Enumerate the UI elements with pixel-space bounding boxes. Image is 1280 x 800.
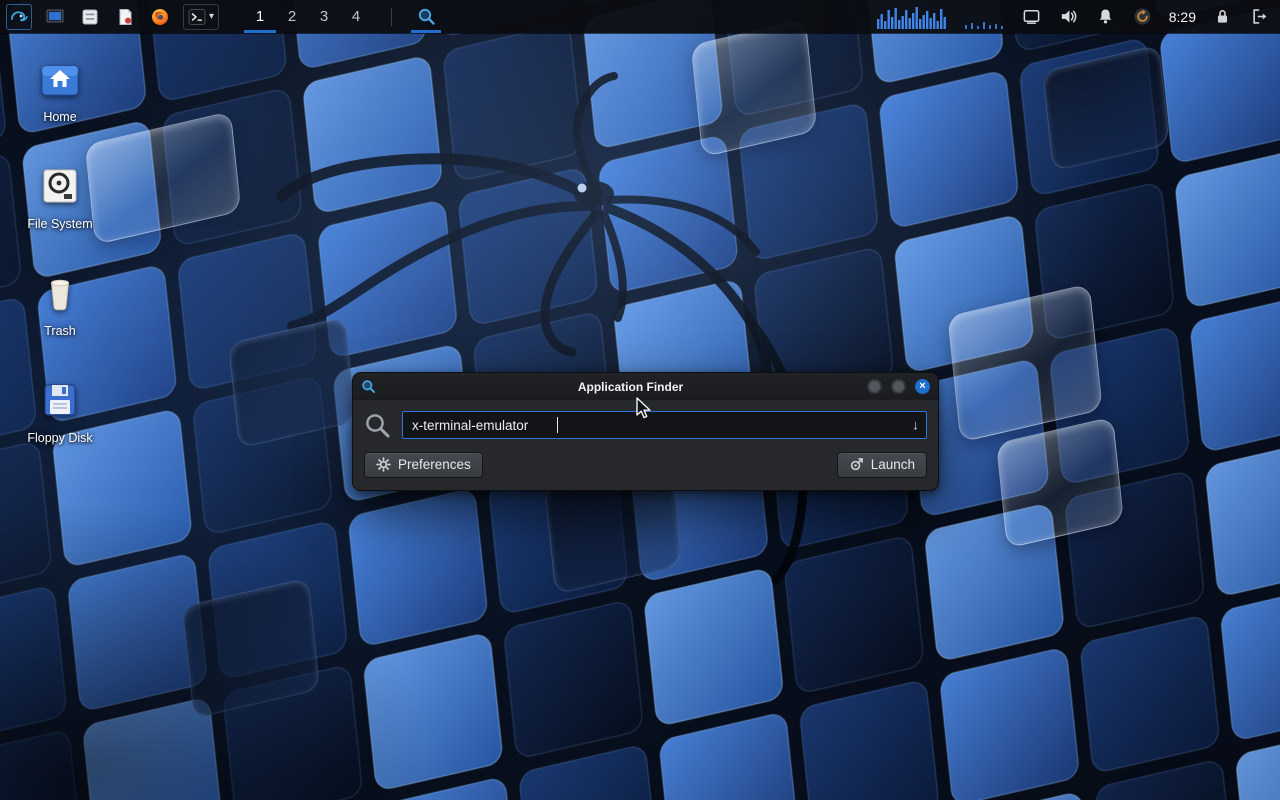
- desktop-icon-trash[interactable]: Trash: [14, 268, 106, 375]
- taskbar-application-finder-button[interactable]: [411, 0, 441, 33]
- preferences-button-label: Preferences: [398, 457, 471, 472]
- minimize-button[interactable]: [867, 379, 882, 394]
- window-body: ↓ Preferences: [353, 400, 938, 490]
- chevron-down-icon[interactable]: ▾: [209, 12, 214, 22]
- close-button[interactable]: ×: [915, 379, 930, 394]
- file-system-drive-icon: [38, 164, 82, 208]
- home-folder-icon: [38, 57, 82, 101]
- close-icon: ×: [919, 381, 925, 392]
- terminal-icon: [188, 8, 206, 26]
- kali-menu-button[interactable]: [6, 4, 32, 30]
- lock-icon[interactable]: [1211, 6, 1233, 28]
- launch-button[interactable]: Launch: [837, 452, 927, 478]
- desktop-icon-label: File System: [27, 217, 92, 231]
- workspace-switcher: 1 2 3 4: [244, 0, 372, 33]
- launcher-file-manager-button[interactable]: [78, 5, 102, 29]
- desktop-icon-label: Trash: [44, 324, 76, 338]
- launch-icon: [849, 457, 864, 472]
- notifications-icon[interactable]: [1095, 6, 1117, 28]
- files-icon: [45, 7, 65, 27]
- cpu-graph[interactable]: [877, 5, 949, 29]
- display-settings-icon[interactable]: [1021, 6, 1043, 28]
- workspace-button-2[interactable]: 2: [276, 0, 308, 33]
- file-manager-icon: [80, 7, 100, 27]
- window-titlebar[interactable]: Application Finder ×: [353, 373, 938, 400]
- network-graph[interactable]: [964, 5, 1006, 29]
- application-finder-icon: [417, 7, 436, 26]
- desktop-icon-label: Floppy Disk: [27, 431, 92, 445]
- workspace-button-1[interactable]: 1: [244, 0, 276, 33]
- cpu-graph-bars: [877, 5, 949, 29]
- panel-tray: 8:29: [877, 0, 1280, 33]
- launcher-text-editor-button[interactable]: [113, 5, 137, 29]
- launcher-firefox-button[interactable]: [148, 5, 172, 29]
- search-input-wrap: ↓: [402, 411, 927, 439]
- desktop-icon-file-system[interactable]: File System: [14, 161, 106, 268]
- desktop-icon-list: Home File System Trash Floppy Disk: [14, 54, 106, 482]
- launcher-terminal-button[interactable]: ▾: [183, 4, 219, 30]
- network-graph-bars: [964, 5, 1006, 29]
- workspace-button-3[interactable]: 3: [308, 0, 340, 33]
- panel-left: ▾ 1 2 3 4: [0, 0, 441, 33]
- text-editor-icon: [115, 7, 135, 27]
- button-row: Preferences Launch: [363, 452, 928, 478]
- kali-logo-icon: [9, 7, 29, 27]
- search-input[interactable]: [402, 411, 927, 439]
- clock[interactable]: 8:29: [1169, 9, 1196, 25]
- desktop-icon-home[interactable]: Home: [14, 54, 106, 161]
- firefox-icon: [150, 7, 170, 27]
- launcher-files-button[interactable]: [43, 5, 67, 29]
- updates-icon[interactable]: [1132, 6, 1154, 28]
- search-row: ↓: [363, 411, 928, 439]
- window-magnifier-icon: [361, 379, 376, 394]
- volume-icon[interactable]: [1058, 6, 1080, 28]
- trash-icon: [38, 271, 82, 315]
- logout-icon[interactable]: [1248, 6, 1270, 28]
- search-icon: [364, 412, 391, 439]
- launch-button-label: Launch: [871, 457, 915, 472]
- desktop-icon-label: Home: [43, 110, 76, 124]
- window-title: Application Finder: [413, 380, 848, 394]
- desktop-icon-floppy-disk[interactable]: Floppy Disk: [14, 375, 106, 482]
- maximize-button[interactable]: [891, 379, 906, 394]
- text-caret: [557, 417, 558, 433]
- panel-separator: [391, 8, 392, 26]
- workspace-button-4[interactable]: 4: [340, 0, 372, 33]
- application-finder-window: Application Finder × ↓: [352, 372, 939, 491]
- top-panel: ▾ 1 2 3 4: [0, 0, 1280, 33]
- floppy-disk-icon: [38, 378, 82, 422]
- window-controls: ×: [867, 379, 930, 394]
- gear-icon: [376, 457, 391, 472]
- preferences-button[interactable]: Preferences: [364, 452, 483, 478]
